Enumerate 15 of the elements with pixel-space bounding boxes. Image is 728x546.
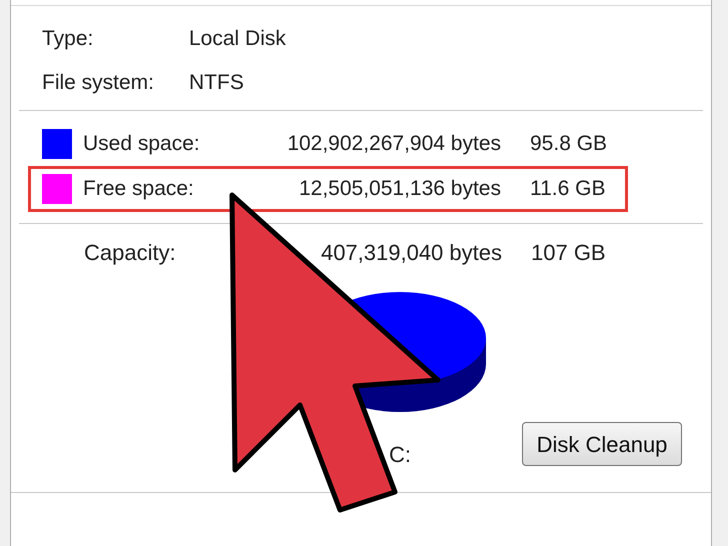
size-value: 107 GB (531, 239, 606, 267)
disk-cleanup-button[interactable]: Disk Cleanup (522, 422, 682, 466)
space-label: Used space: (83, 131, 201, 158)
size-value: 11.6 GB (530, 176, 606, 202)
field-label: Type: (42, 26, 94, 52)
size-value: 95.8 GB (530, 131, 608, 158)
field-label: File system: (42, 70, 156, 96)
byte-count: 102,902,267,904 bytes (286, 131, 501, 158)
drive-label: C: (389, 440, 411, 468)
field-value: Local Disk (189, 26, 286, 52)
capacity-label: Capacity: (84, 239, 177, 267)
space-label: Free space: (83, 176, 195, 202)
byte-count: 407,319,040 bytes (320, 239, 502, 267)
byte-count: 12,505,051,136 bytes (298, 176, 501, 202)
field-value: NTFS (189, 70, 244, 96)
